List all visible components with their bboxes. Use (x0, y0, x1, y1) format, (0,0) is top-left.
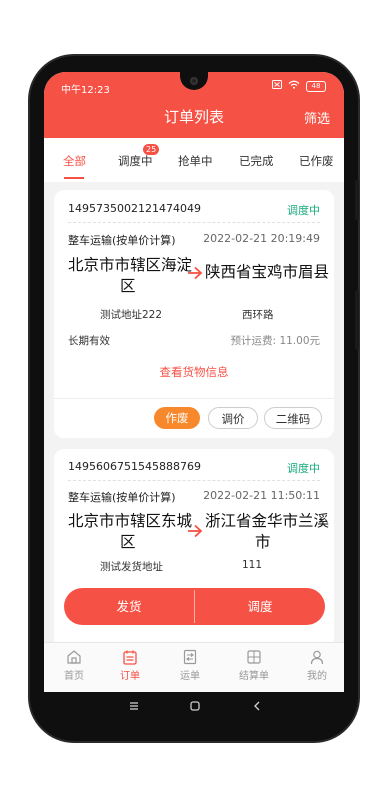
battery-icon: 48 (306, 80, 326, 92)
status-icons: 48 (272, 80, 326, 92)
card-separator (54, 398, 334, 399)
origin-address: 测试发货地址 (100, 561, 163, 573)
qrcode-button[interactable]: 二维码 (264, 407, 322, 429)
dispatch-button[interactable]: 调度 (195, 588, 325, 625)
app-screen: 中午12:23 48 订单列表 筛选 全部 调度中 25 抢单中 已完成 已作废… (44, 72, 344, 692)
origin-city-line2: 区 (120, 533, 136, 551)
transport-type: 整车运输(按单价计算) (68, 491, 176, 504)
nav-home[interactable]: 首页 (54, 649, 94, 682)
wifi-icon (288, 80, 300, 92)
destination-city: 浙江省金华市兰溪 市 (205, 511, 329, 553)
nav-settlement[interactable]: 结算单 (234, 649, 274, 682)
tab-dispatching[interactable]: 调度中 (118, 153, 153, 169)
profile-icon (310, 650, 324, 665)
nav-label: 运单 (180, 671, 200, 682)
bottom-nav: 首页 订单 运单 结算单 我的 (44, 642, 344, 692)
origin-city: 北京市市辖区海淀 区 (68, 255, 192, 297)
filter-button[interactable]: 筛选 (304, 108, 330, 127)
order-number: 1495606751545888769 (68, 460, 201, 473)
arrow-right-icon (188, 524, 203, 538)
nav-label: 首页 (64, 671, 84, 682)
card-divider (68, 222, 320, 223)
tab-badge: 25 (143, 144, 160, 155)
tab-all[interactable]: 全部 (63, 153, 86, 169)
origin-city-line2: 区 (120, 277, 136, 295)
origin-city: 北京市市辖区东城 区 (68, 511, 192, 553)
void-button[interactable]: 作废 (154, 407, 200, 429)
ship-button[interactable]: 发货 (64, 588, 194, 625)
order-datetime: 2022-02-21 11:50:11 (203, 489, 320, 502)
order-card[interactable]: 1495735002121474049 调度中 整车运输(按单价计算) 2022… (54, 190, 334, 438)
origin-city-line1: 北京市市辖区东城 (68, 512, 193, 530)
view-cargo-link[interactable]: 查看货物信息 (54, 364, 334, 380)
status-badge: 调度中 (287, 204, 320, 217)
menu-icon[interactable] (128, 700, 140, 712)
volume-button (355, 180, 359, 220)
card-divider (68, 480, 320, 481)
status-time: 中午12:23 (61, 85, 110, 96)
settlement-icon (247, 650, 261, 664)
order-datetime: 2022-02-21 20:19:49 (203, 232, 320, 245)
destination-city-line1: 浙江省金华市兰溪 (205, 512, 330, 530)
nav-profile[interactable]: 我的 (297, 649, 337, 682)
transport-type: 整车运输(按单价计算) (68, 234, 176, 247)
active-tab-indicator (64, 177, 84, 179)
back-icon[interactable] (251, 700, 263, 712)
action-bar: 发货 调度 (64, 588, 325, 625)
estimated-fee: 预计运费: 11.00元 (230, 335, 320, 347)
nav-orders[interactable]: 订单 (110, 649, 150, 682)
app-header: 中午12:23 48 订单列表 筛选 (44, 72, 344, 138)
tab-voided[interactable]: 已作废 (299, 153, 334, 169)
destination-city-line2: 市 (255, 533, 271, 551)
order-tabs: 全部 调度中 25 抢单中 已完成 已作废 (44, 138, 344, 182)
card-actions: 作废 调价 二维码 (54, 407, 334, 429)
destination-address: 西环路 (242, 309, 274, 321)
tab-grabbing[interactable]: 抢单中 (178, 153, 213, 169)
power-button (355, 290, 359, 350)
destination-city: 陕西省宝鸡市眉县 (205, 263, 330, 281)
origin-address: 测试地址222 (100, 309, 163, 321)
status-badge: 调度中 (287, 462, 320, 475)
order-number: 1495735002121474049 (68, 202, 201, 215)
destination-address: 111 (242, 559, 263, 571)
order-icon (123, 650, 137, 665)
nav-label: 结算单 (239, 671, 269, 682)
nav-label: 我的 (307, 671, 327, 682)
nav-waybill[interactable]: 运单 (170, 649, 210, 682)
adjust-price-button[interactable]: 调价 (208, 407, 258, 429)
sim-icon (272, 80, 282, 92)
home-icon (67, 650, 81, 664)
page-title: 订单列表 (163, 108, 224, 126)
system-nav-bar (44, 692, 344, 720)
home-square-icon[interactable] (189, 700, 201, 712)
tab-completed[interactable]: 已完成 (239, 153, 274, 169)
nav-label: 订单 (120, 671, 140, 682)
arrow-right-icon (188, 266, 203, 280)
validity-text: 长期有效 (68, 335, 110, 347)
front-camera (190, 77, 198, 85)
origin-city-line1: 北京市市辖区海淀 (68, 256, 193, 274)
waybill-icon (183, 649, 197, 665)
